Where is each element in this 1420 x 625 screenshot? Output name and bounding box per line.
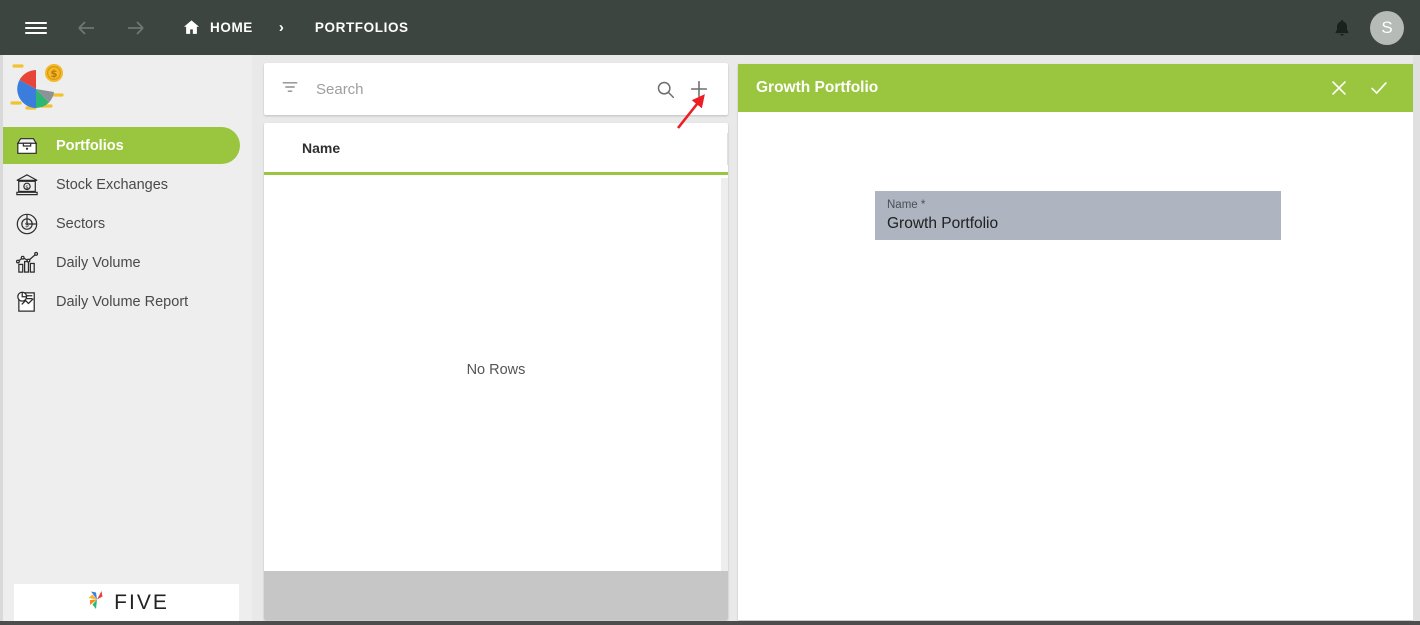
app-logo: $ bbox=[0, 55, 252, 123]
sidebar-item-daily-volume-report[interactable]: Daily Volume Report bbox=[0, 283, 252, 320]
sidebar-item-sectors[interactable]: $ Sectors bbox=[0, 205, 252, 242]
five-brand-name: FIVE bbox=[114, 590, 169, 614]
breadcrumb: HOME › PORTFOLIOS bbox=[182, 18, 409, 37]
home-icon[interactable] bbox=[182, 18, 201, 37]
detail-form: Name * Growth Portfolio bbox=[738, 112, 1413, 620]
app-root: HOME › PORTFOLIOS S $ Portfolios $ Stock… bbox=[0, 0, 1420, 625]
sidebar-item-label: Sectors bbox=[56, 215, 106, 232]
search-input[interactable] bbox=[316, 80, 648, 98]
detail-header-actions bbox=[1319, 68, 1399, 108]
pie-chart-dollar-icon: $ bbox=[12, 210, 42, 238]
svg-text:$: $ bbox=[25, 220, 29, 228]
sidebar-item-label: Portfolios bbox=[56, 137, 124, 154]
close-icon[interactable] bbox=[1319, 68, 1359, 108]
bank-icon: $ bbox=[12, 171, 42, 199]
list-panel: Name No Rows bbox=[264, 55, 728, 621]
name-field[interactable]: Name * Growth Portfolio bbox=[875, 191, 1281, 240]
plus-icon[interactable] bbox=[682, 72, 716, 106]
report-chart-icon bbox=[12, 288, 42, 316]
check-icon[interactable] bbox=[1359, 68, 1399, 108]
detail-panel: Growth Portfolio Name * Growth Portfolio bbox=[738, 64, 1413, 620]
arrow-right-icon[interactable] bbox=[116, 8, 156, 48]
sidebar-item-daily-volume[interactable]: Daily Volume bbox=[0, 244, 252, 281]
grid-body: No Rows bbox=[264, 175, 728, 565]
bell-icon[interactable] bbox=[1332, 18, 1352, 38]
bar-chart-line-icon bbox=[12, 249, 42, 277]
detail-title: Growth Portfolio bbox=[756, 79, 879, 96]
grid-scrollbar[interactable] bbox=[721, 178, 728, 620]
breadcrumb-home-label[interactable]: HOME bbox=[210, 20, 253, 35]
arrow-left-icon[interactable] bbox=[66, 8, 106, 48]
sidebar-item-label: Stock Exchanges bbox=[56, 176, 169, 193]
search-icon[interactable] bbox=[648, 72, 682, 106]
column-divider bbox=[727, 133, 728, 165]
top-app-bar: HOME › PORTFOLIOS S bbox=[0, 0, 1420, 55]
five-pinwheel-logo-icon bbox=[84, 587, 110, 618]
grid-column-header-name[interactable]: Name bbox=[302, 140, 340, 156]
detail-header: Growth Portfolio bbox=[738, 64, 1413, 112]
pie-chart-coin-logo-icon: $ bbox=[10, 59, 68, 120]
hamburger-icon[interactable] bbox=[16, 8, 56, 48]
sidebar-item-portfolios[interactable]: Portfolios bbox=[0, 127, 252, 164]
search-bar bbox=[264, 63, 728, 115]
sidebar-nav: Portfolios $ Stock Exchanges $ Sectors D… bbox=[0, 127, 252, 320]
breadcrumb-separator-icon: › bbox=[278, 19, 284, 36]
five-brand-logo: FIVE bbox=[14, 584, 239, 621]
sidebar: $ Portfolios $ Stock Exchanges $ Sectors… bbox=[0, 55, 252, 621]
right-edge bbox=[1413, 55, 1420, 621]
data-grid: Name No Rows bbox=[264, 123, 728, 620]
empty-state-text: No Rows bbox=[466, 362, 526, 378]
sidebar-item-label: Daily Volume Report bbox=[56, 293, 189, 310]
sidebar-item-label: Daily Volume bbox=[56, 254, 141, 271]
avatar[interactable]: S bbox=[1370, 10, 1404, 45]
topbar-right-actions: S bbox=[1332, 10, 1420, 45]
file-box-icon bbox=[12, 132, 42, 160]
grid-footer-bar bbox=[264, 571, 728, 620]
grid-header-row: Name bbox=[264, 123, 728, 175]
breadcrumb-current-label[interactable]: PORTFOLIOS bbox=[315, 20, 409, 35]
name-field-label: Name * bbox=[887, 199, 926, 211]
svg-text:$: $ bbox=[51, 69, 58, 80]
left-edge bbox=[0, 55, 3, 621]
name-field-value[interactable]: Growth Portfolio bbox=[887, 213, 1269, 235]
svg-text:$: $ bbox=[25, 185, 29, 191]
bottom-edge bbox=[0, 621, 1420, 625]
sidebar-item-stock-exchanges[interactable]: $ Stock Exchanges bbox=[0, 166, 252, 203]
filter-icon[interactable] bbox=[280, 77, 300, 102]
